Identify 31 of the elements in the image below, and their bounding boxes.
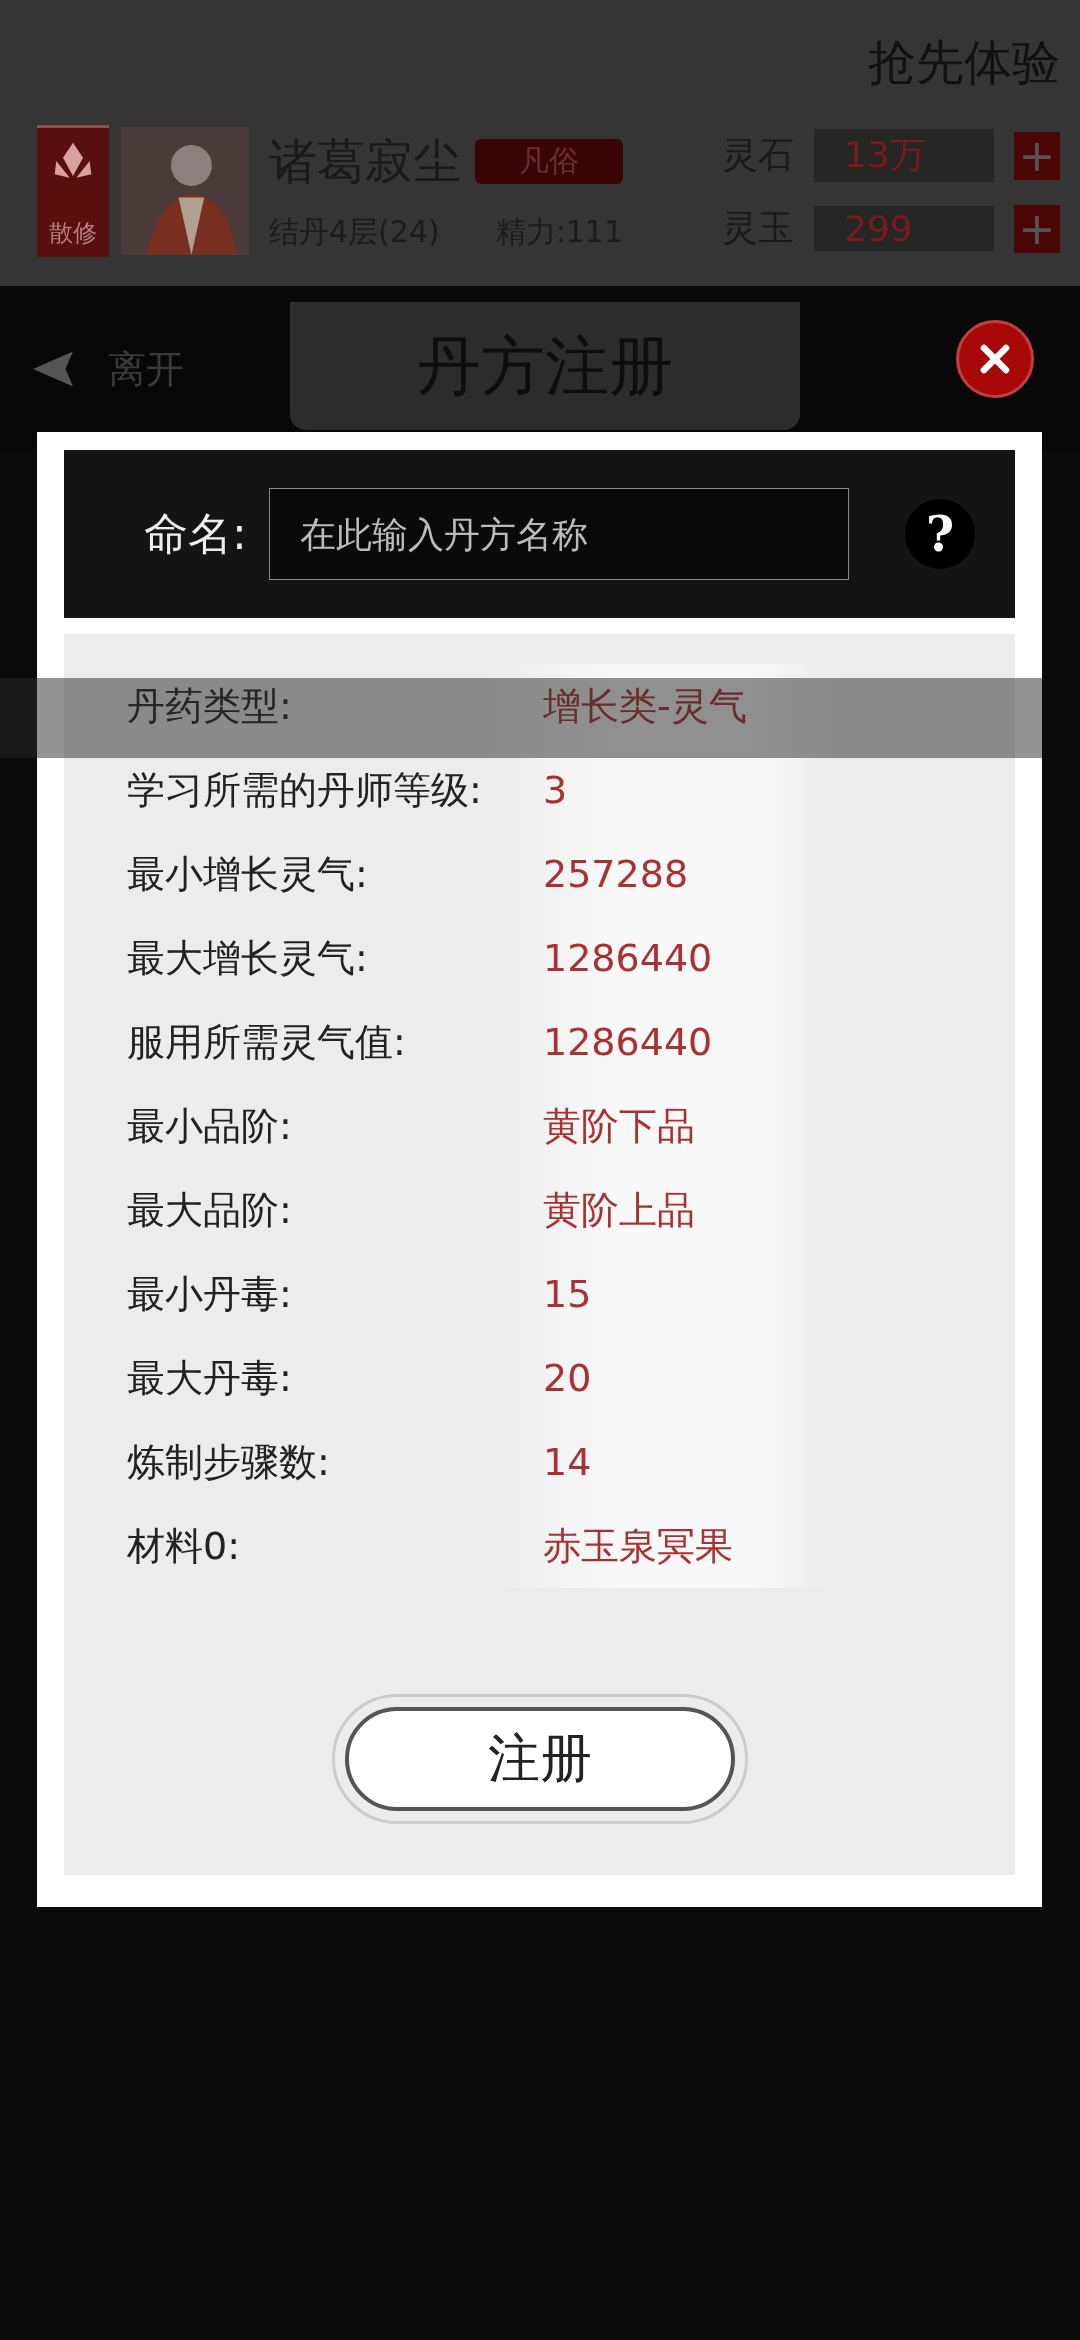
sect-badge: 散修 <box>37 125 109 257</box>
field-value: 黄阶下品 <box>543 1102 695 1150</box>
field-label: 服用所需灵气值: <box>127 1018 407 1066</box>
field-label: 最小丹毒: <box>127 1270 293 1318</box>
field-label: 最大品阶: <box>127 1186 293 1234</box>
name-label: 命名: <box>144 506 247 561</box>
field-value: 1286440 <box>543 1020 713 1064</box>
field-label: 学习所需的丹师等级: <box>127 766 483 814</box>
add-button[interactable]: + <box>1014 131 1060 180</box>
register-button[interactable]: 注册 <box>344 1707 735 1811</box>
currency-amount: 299 <box>814 206 994 251</box>
currency-amount: 13万 <box>814 129 994 182</box>
field-value: 20 <box>543 1356 592 1400</box>
field-value: 黄阶上品 <box>543 1186 695 1234</box>
field-value: 14 <box>543 1440 592 1484</box>
field-label: 最大丹毒: <box>127 1354 293 1402</box>
name-input-field[interactable]: 在此输入丹方名称 <box>268 488 849 580</box>
field-value: 3 <box>543 768 568 812</box>
field-value: 增长类-灵气 <box>543 682 747 730</box>
help-button[interactable]: ? <box>905 499 975 569</box>
field-label: 材料0: <box>127 1522 241 1570</box>
field-label: 最大增长灵气: <box>127 934 369 982</box>
field-label: 最小品阶: <box>127 1102 293 1150</box>
field-label: 最小增长灵气: <box>127 850 369 898</box>
field-value: 1286440 <box>543 936 713 980</box>
field-value: 赤玉泉冥果 <box>543 1522 733 1570</box>
field-value: 15 <box>543 1272 592 1316</box>
add-button[interactable]: + <box>1014 204 1060 253</box>
field-value: 257288 <box>543 852 689 896</box>
field-label: 丹药类型: <box>127 682 293 730</box>
field-label: 炼制步骤数: <box>127 1438 331 1486</box>
